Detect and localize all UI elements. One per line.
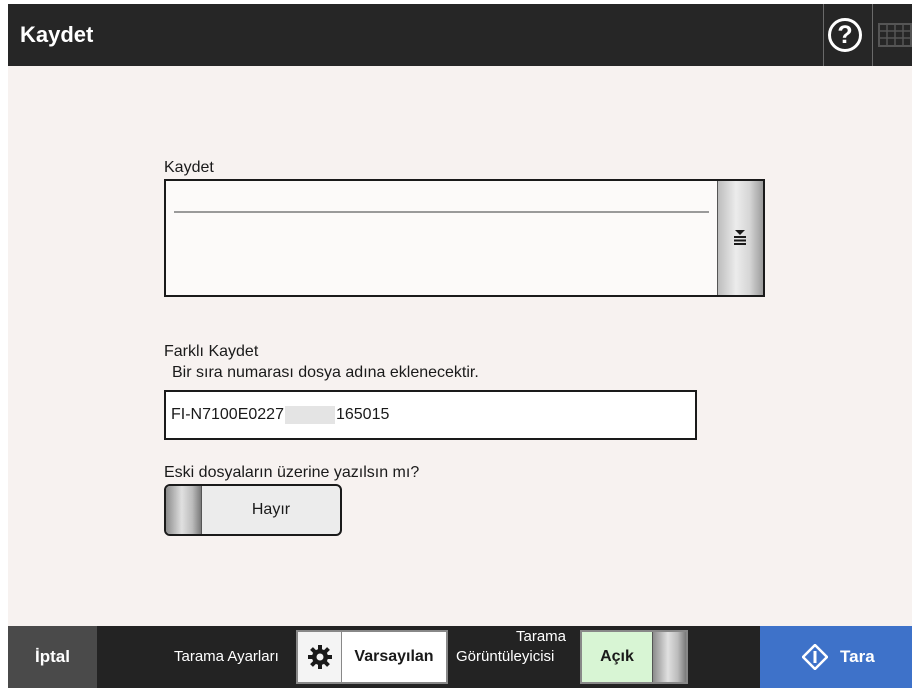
filename-suffix: 165015 xyxy=(335,406,390,423)
filename-prefix: FI-N7100E0227 xyxy=(171,406,284,423)
scan-settings-button[interactable]: Varsayılan xyxy=(296,630,448,684)
cancel-button[interactable]: İptal xyxy=(8,626,97,688)
redacted-segment xyxy=(284,405,335,424)
footer-bar: İptal Tarama Ayarları Varsayılan Tarama … xyxy=(8,626,912,688)
keyboard-icon[interactable] xyxy=(878,23,912,47)
gear-box xyxy=(298,632,342,682)
save-label: Kaydet xyxy=(164,159,214,176)
viewer-label-line1: Tarama xyxy=(516,628,567,645)
scan-viewer-value: Açık xyxy=(582,632,652,682)
scan-settings-label: Tarama Ayarları xyxy=(174,648,279,665)
scan-viewer-toggle[interactable]: Açık xyxy=(580,630,688,684)
scan-label: Tara xyxy=(840,647,875,666)
overwrite-toggle[interactable]: Hayır xyxy=(164,484,342,536)
header-divider xyxy=(872,4,873,66)
header-divider xyxy=(823,4,824,66)
list-dropdown-icon xyxy=(734,230,746,245)
save-as-hint: Bir sıra numarası dosya adına eklenecekt… xyxy=(172,364,479,381)
overwrite-toggle-value: Hayır xyxy=(251,501,291,518)
scan-button[interactable]: Tara xyxy=(760,626,912,688)
save-as-label: Farklı Kaydet xyxy=(164,343,259,360)
gear-icon xyxy=(308,645,332,669)
help-icon[interactable]: ? xyxy=(828,18,862,52)
scan-settings-value: Varsayılan xyxy=(354,648,434,665)
title-bar: Kaydet ? xyxy=(8,4,912,66)
content-area xyxy=(8,66,912,626)
save-dropdown-button[interactable] xyxy=(717,181,763,295)
toggle-knob xyxy=(166,486,202,534)
save-destination-list[interactable] xyxy=(164,179,765,297)
scan-start-icon xyxy=(802,644,828,670)
viewer-label-line2: Görüntüleyicisi xyxy=(456,648,555,665)
page-title: Kaydet xyxy=(20,22,94,47)
filename-field[interactable]: FI-N7100E0227 165015 xyxy=(164,390,697,440)
toggle-knob xyxy=(652,632,686,682)
overwrite-label: Eski dosyaların üzerine yazılsın mı? xyxy=(164,464,420,481)
list-separator xyxy=(174,211,709,213)
